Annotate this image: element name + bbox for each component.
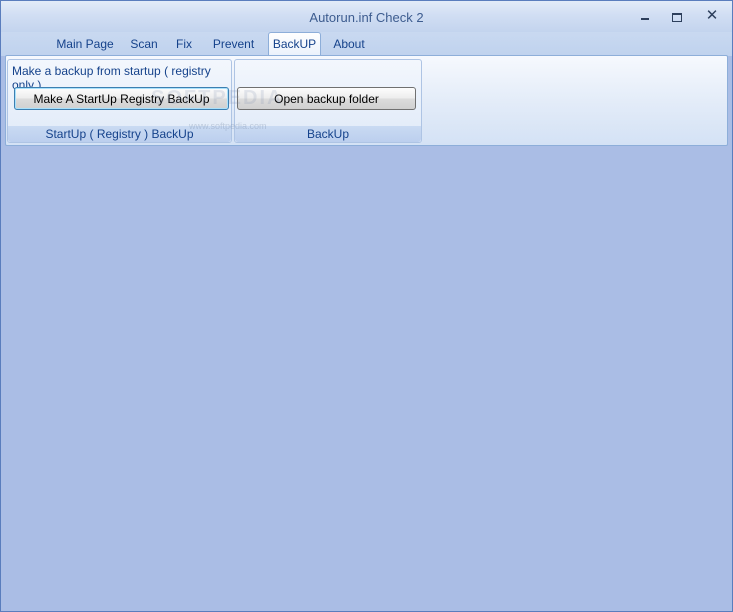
startup-backup-group: Make a backup from startup ( registry on…: [7, 59, 232, 143]
ribbon-panel: Make a backup from startup ( registry on…: [5, 55, 728, 146]
window-title: Autorun.inf Check 2: [309, 10, 424, 25]
tab-main-page[interactable]: Main Page: [52, 33, 118, 55]
app-window: Autorun.inf Check 2 ✕ Main Page Scan Fix…: [0, 0, 733, 612]
startup-backup-group-caption: StartUp ( Registry ) BackUp: [8, 126, 231, 142]
minimize-button[interactable]: [634, 7, 656, 25]
maximize-button[interactable]: [666, 7, 688, 25]
client-area: [1, 147, 732, 611]
tab-backup[interactable]: BackUP: [268, 32, 321, 56]
backup-group-caption: BackUp: [235, 126, 421, 142]
backup-group: Open backup folder BackUp: [234, 59, 422, 143]
tab-fix[interactable]: Fix: [171, 33, 197, 55]
minimize-icon: [641, 18, 649, 20]
maximize-icon: [672, 13, 682, 22]
tab-bar: Main Page Scan Fix Prevent BackUP About: [1, 32, 732, 56]
title-bar[interactable]: Autorun.inf Check 2 ✕: [1, 1, 732, 32]
make-startup-registry-backup-button[interactable]: Make A StartUp Registry BackUp: [14, 87, 229, 110]
close-icon: ✕: [705, 7, 719, 24]
tab-about[interactable]: About: [328, 33, 370, 55]
open-backup-folder-button[interactable]: Open backup folder: [237, 87, 416, 110]
tab-prevent[interactable]: Prevent: [207, 33, 260, 55]
close-button[interactable]: ✕: [701, 7, 723, 25]
tab-scan[interactable]: Scan: [125, 33, 163, 55]
